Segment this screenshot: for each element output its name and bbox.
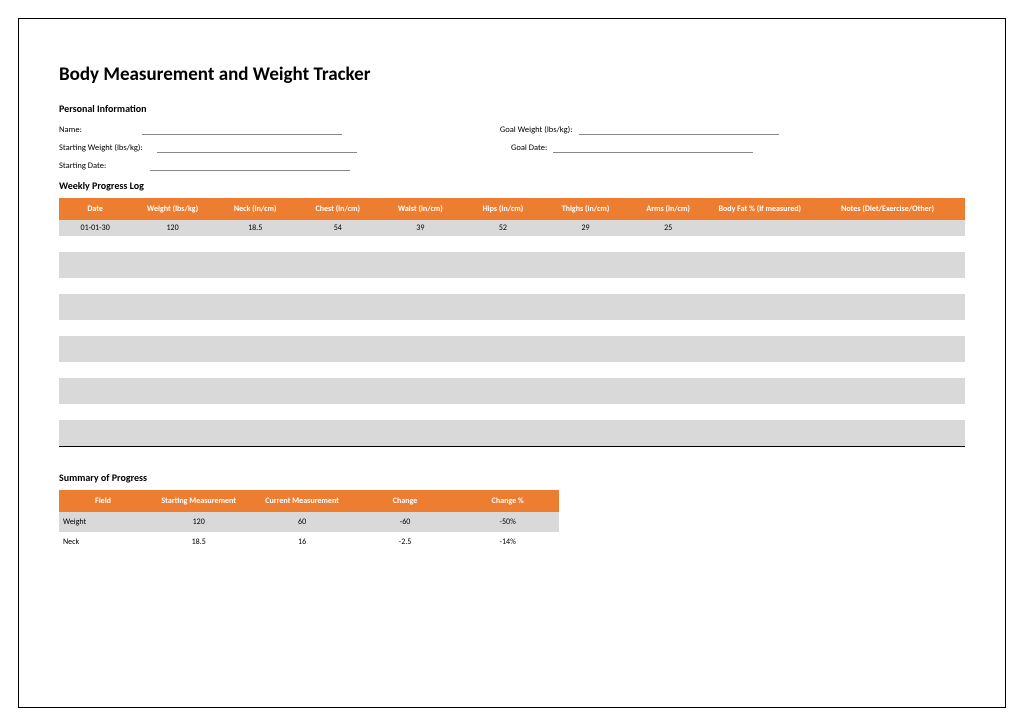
cell-current: 60 [250, 512, 353, 532]
cell-chest: 54 [296, 220, 379, 236]
name-line[interactable] [142, 125, 342, 135]
col-changep: Change % [456, 490, 559, 512]
table-row[interactable]: Weight 120 60 -60 -50% [59, 512, 559, 532]
cell-hips: 52 [462, 220, 545, 236]
table-row[interactable] [59, 404, 965, 420]
col-neck: Neck (in/cm) [214, 198, 297, 220]
col-start: Starting Measurement [147, 490, 250, 512]
cell-neck: 18.5 [214, 220, 297, 236]
goal-date-line[interactable] [553, 143, 753, 153]
table-row[interactable] [59, 236, 965, 252]
cell-waist: 39 [379, 220, 462, 236]
cell-changep: -14% [456, 532, 559, 552]
starting-weight-line[interactable] [157, 143, 357, 153]
personal-row-2: Starting Weight (lbs/kg): Goal Date: [59, 143, 965, 153]
summary-heading: Summary of Progress [59, 471, 965, 484]
col-current: Current Measurement [250, 490, 353, 512]
cell-current: 16 [250, 532, 353, 552]
cell-thighs: 29 [544, 220, 627, 236]
table-header-row: Field Starting Measurement Current Measu… [59, 490, 559, 512]
weekly-heading: Weekly Progress Log [59, 179, 965, 192]
table-header-row: Date Weight (lbs/kg) Neck (in/cm) Chest … [59, 198, 965, 220]
cell-date: 01-01-30 [59, 220, 131, 236]
col-notes: Notes (Diet/Exercise/Other) [810, 198, 965, 220]
cell-arms: 25 [627, 220, 710, 236]
col-arms: Arms (in/cm) [627, 198, 710, 220]
col-waist: Waist (in/cm) [379, 198, 462, 220]
cell-weight: 120 [131, 220, 214, 236]
cell-change: -2.5 [354, 532, 457, 552]
personal-row-1: Name: Goal Weight (lbs/kg): [59, 125, 965, 135]
goal-weight-field: Goal Weight (lbs/kg): [500, 125, 779, 135]
col-date: Date [59, 198, 131, 220]
col-thighs: Thighs (in/cm) [544, 198, 627, 220]
name-label: Name: [59, 125, 82, 135]
table-row[interactable] [59, 320, 965, 336]
document-frame: Body Measurement and Weight Tracker Pers… [18, 18, 1006, 708]
table-row[interactable] [59, 420, 965, 446]
cell-changep: -50% [456, 512, 559, 532]
starting-date-label: Starting Date: [59, 161, 106, 171]
table-row[interactable] [59, 294, 965, 320]
starting-weight-field: Starting Weight (lbs/kg): [59, 143, 357, 153]
starting-date-line[interactable] [150, 161, 350, 171]
goal-weight-line[interactable] [579, 125, 779, 135]
table-row[interactable] [59, 362, 965, 378]
cell-change: -60 [354, 512, 457, 532]
cell-field: Weight [59, 512, 147, 532]
weekly-progress-table: Date Weight (lbs/kg) Neck (in/cm) Chest … [59, 198, 965, 446]
page-title: Body Measurement and Weight Tracker [59, 63, 965, 86]
cell-start: 120 [147, 512, 250, 532]
cell-field: Neck [59, 532, 147, 552]
cell-start: 18.5 [147, 532, 250, 552]
col-weight: Weight (lbs/kg) [131, 198, 214, 220]
starting-date-field: Starting Date: [59, 161, 350, 171]
col-change: Change [354, 490, 457, 512]
col-field: Field [59, 490, 147, 512]
table-end-line [59, 446, 965, 447]
cell-bodyfat [709, 220, 810, 236]
goal-weight-label: Goal Weight (lbs/kg): [500, 125, 573, 135]
personal-row-3: Starting Date: [59, 161, 965, 171]
goal-date-field: Goal Date: [473, 143, 753, 153]
table-row[interactable]: Neck 18.5 16 -2.5 -14% [59, 532, 559, 552]
col-chest: Chest (in/cm) [296, 198, 379, 220]
cell-notes [810, 220, 965, 236]
table-row[interactable] [59, 278, 965, 294]
table-row[interactable] [59, 336, 965, 362]
table-row[interactable] [59, 378, 965, 404]
col-bodyfat: Body Fat % (if measured) [709, 198, 810, 220]
table-row[interactable] [59, 252, 965, 278]
col-hips: Hips (in/cm) [462, 198, 545, 220]
table-row[interactable]: 01-01-30 120 18.5 54 39 52 29 25 [59, 220, 965, 236]
summary-table: Field Starting Measurement Current Measu… [59, 490, 559, 552]
starting-weight-label: Starting Weight (lbs/kg): [59, 143, 151, 153]
goal-date-label: Goal Date: [511, 143, 547, 153]
name-field: Name: [59, 125, 342, 135]
personal-info-heading: Personal Information [59, 102, 965, 115]
